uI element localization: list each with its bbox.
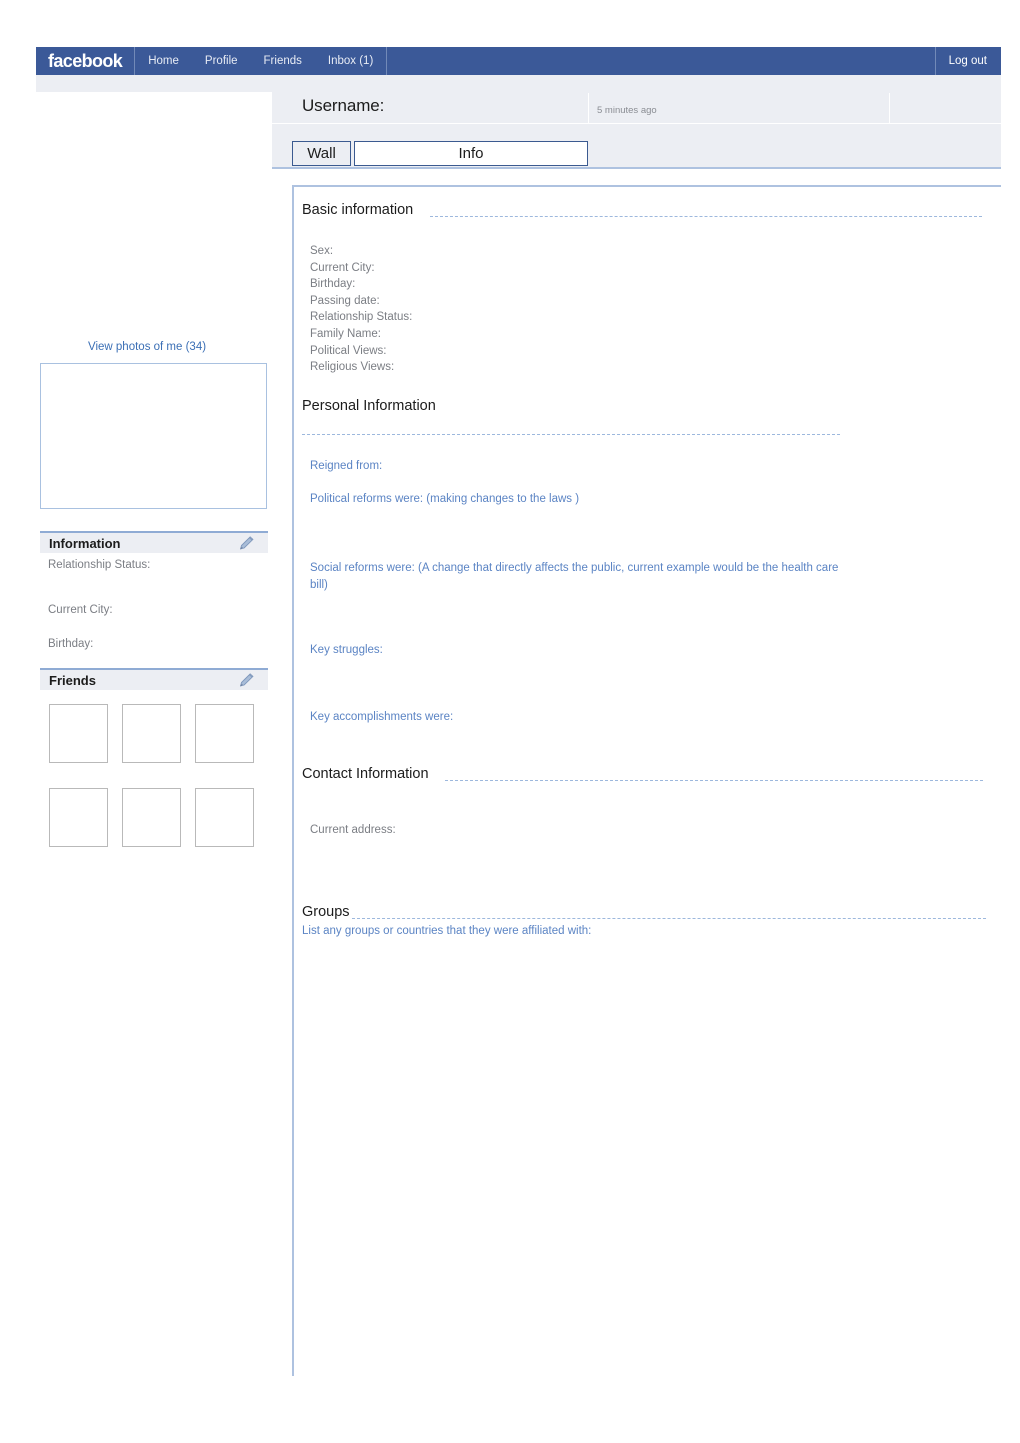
logout-link[interactable]: Log out	[936, 47, 1001, 75]
information-panel-header: Information	[40, 531, 268, 553]
field-religious-views: Religious Views:	[310, 361, 395, 374]
header-band-top	[36, 75, 1001, 92]
friends-panel-header: Friends	[40, 668, 268, 690]
sidebar-field-current-city: Current City:	[48, 604, 113, 616]
pencil-icon[interactable]	[239, 536, 254, 550]
basic-information-field-list: Sex: Current City: Birthday: Passing dat…	[310, 243, 412, 376]
top-navbar: facebook Home Profile Friends Inbox (1) …	[36, 47, 1001, 75]
friends-panel-title: Friends	[49, 672, 96, 688]
page-root: facebook Home Profile Friends Inbox (1) …	[0, 0, 1020, 1443]
heading-personal-information-rule	[302, 434, 840, 435]
heading-basic-information: Basic information	[302, 202, 414, 218]
pencil-icon[interactable]	[239, 673, 254, 687]
field-current-city: Current City:	[310, 261, 375, 274]
friend-thumbnail[interactable]	[195, 788, 254, 847]
profile-header-row-divider	[272, 123, 1001, 124]
tab-info[interactable]: Info	[354, 141, 588, 166]
heading-groups: Groups	[302, 904, 350, 920]
field-social-reforms: Social reforms were: (A change that dire…	[310, 562, 839, 591]
field-current-address: Current address:	[310, 824, 396, 836]
profile-header-cell-divider-2	[889, 93, 890, 123]
view-photos-link[interactable]: View photos of me (34)	[88, 341, 206, 353]
field-political-views: Political Views:	[310, 344, 387, 357]
friend-thumbnail[interactable]	[49, 788, 108, 847]
heading-contact-information-rule	[445, 780, 983, 781]
tab-wall[interactable]: Wall	[292, 141, 351, 166]
last-updated-timestamp: 5 minutes ago	[597, 105, 657, 116]
groups-prompt: List any groups or countries that they w…	[302, 925, 592, 937]
field-key-struggles: Key struggles:	[310, 644, 383, 656]
field-sex: Sex:	[310, 245, 334, 257]
profile-header-cell-divider	[588, 93, 589, 123]
nav-item-profile[interactable]: Profile	[192, 47, 251, 75]
field-relationship-status: Relationship Status:	[310, 311, 413, 324]
nav-item-home[interactable]: Home	[135, 47, 192, 75]
friend-thumbnail[interactable]	[122, 788, 181, 847]
heading-basic-information-rule	[430, 216, 982, 217]
field-key-accomplishments: Key accomplishments were:	[310, 711, 454, 723]
field-reigned-from: Reigned from:	[310, 460, 383, 472]
sidebar-field-birthday: Birthday:	[48, 638, 94, 650]
heading-groups-rule	[352, 918, 986, 919]
information-panel-title: Information	[49, 535, 121, 551]
field-birthday: Birthday:	[310, 278, 356, 291]
friend-thumbnail[interactable]	[122, 704, 181, 763]
field-political-reforms: Political reforms were: (making changes …	[310, 493, 580, 505]
tab-strip-underline	[272, 167, 1001, 169]
facebook-logo[interactable]: facebook	[36, 47, 134, 75]
heading-contact-information: Contact Information	[302, 766, 429, 782]
profile-username: Username:	[302, 96, 385, 115]
friend-thumbnail[interactable]	[195, 704, 254, 763]
field-family-name: Family Name:	[310, 327, 381, 340]
friend-thumbnail[interactable]	[49, 704, 108, 763]
profile-photo-placeholder[interactable]	[40, 363, 267, 509]
heading-personal-information: Personal Information	[302, 398, 436, 414]
field-passing-date: Passing date:	[310, 294, 380, 307]
nav-item-friends[interactable]: Friends	[251, 47, 315, 75]
sidebar-field-relationship-status: Relationship Status:	[48, 559, 151, 571]
nav-item-inbox[interactable]: Inbox (1)	[315, 47, 386, 75]
